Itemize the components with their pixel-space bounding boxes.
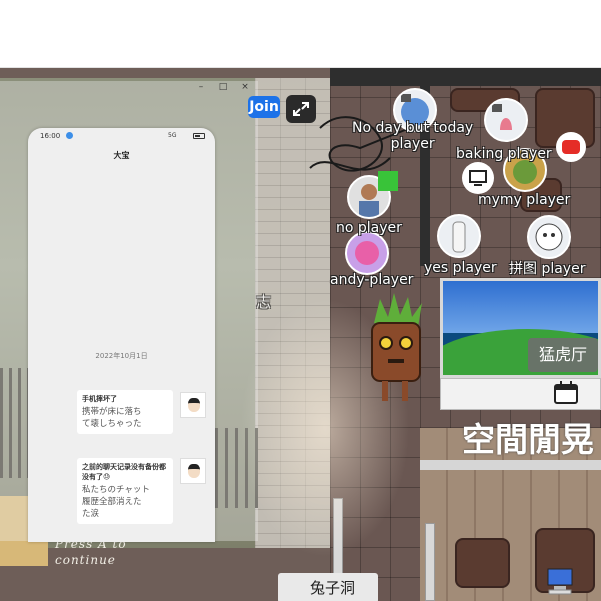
shelf-post (425, 523, 435, 601)
player-label: andy-player (330, 272, 414, 288)
chat-date: 2022年10月1日 (95, 352, 148, 360)
phone-screen[interactable]: 16:00 5G 大宝 2022年10月1日 手机摔坏了 携帯が床に落ち て壊し… (28, 128, 215, 542)
message-head: 之前的聊天记录没有备份都没有了😓 (82, 463, 166, 481)
player-avatar[interactable] (527, 215, 571, 259)
player-label: no player (336, 220, 402, 236)
game-canvas[interactable]: Press A to continue – □ × 16:00 5G 大宝 20… (0, 68, 601, 601)
brown-chair (455, 538, 510, 588)
top-wall (330, 68, 601, 86)
status-indicator (378, 171, 398, 191)
plant-character-sprite[interactable] (366, 293, 428, 405)
player-label: mymy player (478, 192, 571, 208)
chat-message[interactable]: 手机摔坏了 携帯が床に落ち て壊しちゃった (77, 390, 173, 434)
maximize-button[interactable]: □ (212, 81, 234, 93)
close-button[interactable]: × (234, 81, 256, 93)
room-sign-rabbit-cave[interactable]: 兔子洞 (278, 573, 378, 601)
counter (420, 460, 601, 470)
location-icon (66, 132, 73, 139)
battery-icon (193, 133, 205, 139)
computer-sprite[interactable] (545, 566, 575, 596)
youtube-icon[interactable] (556, 132, 586, 162)
message-head: 手机摔坏了 (82, 395, 117, 403)
avatar[interactable] (180, 392, 206, 418)
player-avatar[interactable] (345, 231, 389, 275)
partial-sign: 志 (256, 293, 272, 311)
player-label: 拼图 player (509, 261, 586, 277)
chat-title: 大宝 (113, 151, 130, 160)
browser-top-bar (0, 0, 601, 68)
minimize-button[interactable]: – (190, 81, 212, 93)
player-label: yes player (424, 260, 497, 276)
join-button[interactable]: Join (248, 96, 280, 118)
network-status: 5G (168, 132, 177, 139)
chat-message[interactable]: 之前的聊天记录没有备份都没有了😓 私たちのチャット 履歴全部消えた た涙 (77, 458, 173, 524)
player-avatar[interactable] (484, 98, 528, 142)
message-body: 私たちのチャット 履歴全部消えた た涙 (82, 485, 150, 519)
monitor-icon[interactable] (462, 162, 494, 194)
player-label: baking player (456, 146, 552, 162)
player-avatar[interactable] (437, 214, 481, 258)
room-name: 兔子洞 (310, 579, 356, 597)
room-sign-tiger-hall: 猛虎厅 (528, 338, 598, 372)
calendar-icon[interactable] (553, 381, 579, 405)
room-title-space: 空間閒晃 (462, 420, 594, 459)
avatar[interactable] (180, 458, 206, 484)
status-time: 16:00 (40, 132, 61, 140)
message-body: 携帯が床に落ち て壊しちゃった (82, 407, 142, 429)
